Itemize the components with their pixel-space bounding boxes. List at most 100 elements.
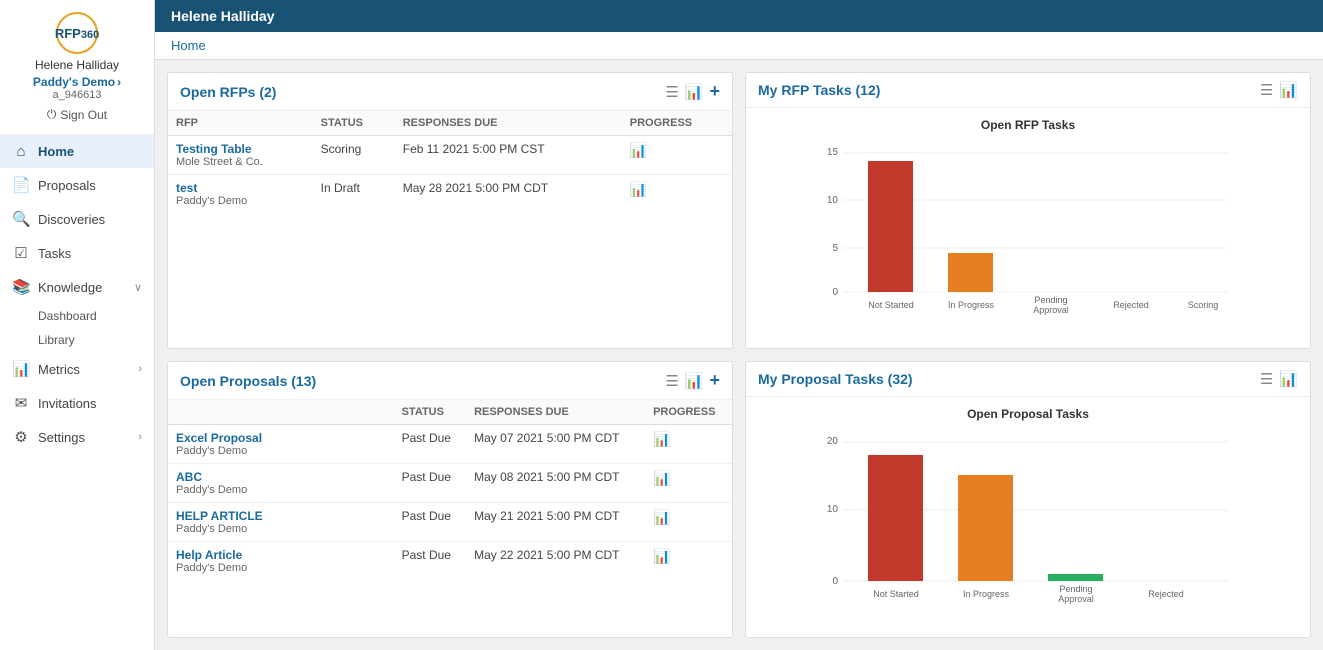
table-row: Testing Table Mole Street & Co. Scoring … [168,136,732,175]
proposal-status: Past Due [394,542,466,581]
add-proposal-icon[interactable]: + [709,370,720,391]
topbar: Helene Halliday [155,0,1323,32]
sidebar-item-label: Home [38,144,74,159]
progress-chart-icon[interactable]: 📊 [653,548,670,564]
discoveries-icon: 🔍 [12,210,30,228]
content-area: Open RFPs (2) ☰ 📊 + RFP STATUS RESPONSES… [155,60,1323,650]
progress-chart-icon[interactable]: 📊 [653,431,670,447]
list-view-icon[interactable]: ☰ [1260,81,1273,99]
home-icon: ⌂ [12,143,30,160]
open-rfps-title: Open RFPs (2) [180,84,665,100]
chart-view-icon[interactable]: 📊 [685,83,704,101]
proposal-link[interactable]: Help Article [176,548,386,562]
svg-text:10: 10 [827,504,839,515]
svg-text:0: 0 [832,287,838,298]
proposal-link[interactable]: Excel Proposal [176,431,386,445]
sidebar-org[interactable]: Paddy's Demo › [33,75,121,89]
sidebar-item-discoveries[interactable]: 🔍 Discoveries [0,202,154,236]
bar-in-progress [958,475,1013,581]
proposal-due-date: May 22 2021 5:00 PM CDT [466,542,645,581]
svg-text:Approval: Approval [1058,594,1094,604]
proposal-tasks-chart: 20 10 0 Not Started In Progr [762,429,1294,609]
breadcrumb: Home [155,32,1323,60]
svg-text:Rejected: Rejected [1148,589,1184,599]
sidebar-item-label: Settings [38,430,85,445]
my-rfp-tasks-card: My RFP Tasks (12) ☰ 📊 Open RFP Tasks 15 … [745,72,1311,349]
sidebar-logo: RFP360 Helene Halliday Paddy's Demo › a_… [0,0,154,135]
sidebar-item-metrics[interactable]: 📊 Metrics › [0,352,154,386]
open-rfps-body: RFP STATUS RESPONSES DUE PROGRESS Testin… [168,111,732,213]
my-proposal-tasks-body: Open Proposal Tasks 20 10 0 [746,397,1310,620]
list-view-icon[interactable]: ☰ [1260,370,1273,388]
open-rfps-table: RFP STATUS RESPONSES DUE PROGRESS Testin… [168,111,732,213]
proposal-status: Past Due [394,503,466,542]
rfp-tasks-chart: 15 10 5 0 Not Sta [762,140,1294,320]
chevron-right-icon: › [138,431,142,443]
main-content: Helene Halliday Home Open RFPs (2) ☰ 📊 +… [155,0,1323,650]
svg-text:Rejected: Rejected [1113,300,1149,310]
proposal-org: Paddy's Demo [176,523,386,535]
chart-view-icon[interactable]: 📊 [1279,370,1298,388]
tasks-icon: ☑ [12,244,30,262]
sidebar-account: a_946613 [53,89,102,101]
sidebar-item-library[interactable]: Library [0,328,154,352]
rfp-status: Scoring [313,136,395,175]
progress-chart-icon[interactable]: 📊 [653,509,670,525]
chevron-right-icon: › [117,75,121,89]
svg-text:Scoring: Scoring [1188,300,1219,310]
list-view-icon[interactable]: ☰ [665,372,678,390]
col-status: STATUS [394,400,466,425]
proposal-org: Paddy's Demo [176,445,386,457]
sidebar-item-label: Tasks [38,246,71,261]
sidebar-item-invitations[interactable]: ✉ Invitations [0,386,154,420]
proposal-chart-title: Open Proposal Tasks [762,407,1294,421]
rfp-link[interactable]: test [176,181,305,195]
svg-text:In Progress: In Progress [948,300,995,310]
knowledge-icon: 📚 [12,278,30,296]
svg-text:5: 5 [832,243,838,254]
chevron-down-icon: ∨ [134,281,142,294]
table-row: Help Article Paddy's Demo Past Due May 2… [168,542,732,581]
signout-icon: ⏻ [47,107,57,122]
chevron-right-icon: › [138,363,142,375]
svg-text:In Progress: In Progress [963,589,1010,599]
proposal-link[interactable]: HELP ARTICLE [176,509,386,523]
svg-text:20: 20 [827,436,839,447]
table-row: HELP ARTICLE Paddy's Demo Past Due May 2… [168,503,732,542]
sidebar-item-tasks[interactable]: ☑ Tasks [0,236,154,270]
chart-view-icon[interactable]: 📊 [1279,81,1298,99]
my-rfp-tasks-actions: ☰ 📊 [1260,81,1298,99]
breadcrumb-home[interactable]: Home [171,38,206,53]
list-view-icon[interactable]: ☰ [665,83,678,101]
sidebar-item-dashboard[interactable]: Dashboard [0,304,154,328]
sidebar-item-knowledge[interactable]: 📚 Knowledge ∨ [0,270,154,304]
rfp-org: Mole Street & Co. [176,156,305,168]
proposals-icon: 📄 [12,176,30,194]
my-rfp-tasks-header: My RFP Tasks (12) ☰ 📊 [746,73,1310,108]
proposal-org: Paddy's Demo [176,484,386,496]
svg-text:Not Started: Not Started [873,589,919,599]
sidebar-item-home[interactable]: ⌂ Home [0,135,154,168]
proposal-org: Paddy's Demo [176,562,386,574]
proposal-due-date: May 08 2021 5:00 PM CDT [466,464,645,503]
invitations-icon: ✉ [12,394,30,412]
progress-chart-icon[interactable]: 📊 [630,142,647,158]
open-proposals-body: STATUS RESPONSES DUE PROGRESS Excel Prop… [168,400,732,580]
chart-view-icon[interactable]: 📊 [685,372,704,390]
col-rfp: RFP [168,111,313,136]
add-rfp-icon[interactable]: + [709,81,720,102]
progress-chart-icon[interactable]: 📊 [630,181,647,197]
my-proposal-tasks-title: My Proposal Tasks (32) [758,371,1260,387]
proposal-due-date: May 07 2021 5:00 PM CDT [466,425,645,464]
sidebar-item-proposals[interactable]: 📄 Proposals [0,168,154,202]
rfp-link[interactable]: Testing Table [176,142,305,156]
bar-not-started [868,455,923,581]
sidebar-item-settings[interactable]: ⚙ Settings › [0,420,154,454]
svg-text:Pending: Pending [1034,295,1067,305]
signout-button[interactable]: ⏻ Sign Out [39,101,115,128]
proposal-link[interactable]: ABC [176,470,386,484]
sidebar-nav: ⌂ Home 📄 Proposals 🔍 Discoveries ☑ Tasks… [0,135,154,650]
my-rfp-tasks-body: Open RFP Tasks 15 10 5 0 [746,108,1310,331]
open-rfps-card: Open RFPs (2) ☰ 📊 + RFP STATUS RESPONSES… [167,72,733,349]
progress-chart-icon[interactable]: 📊 [653,470,670,486]
